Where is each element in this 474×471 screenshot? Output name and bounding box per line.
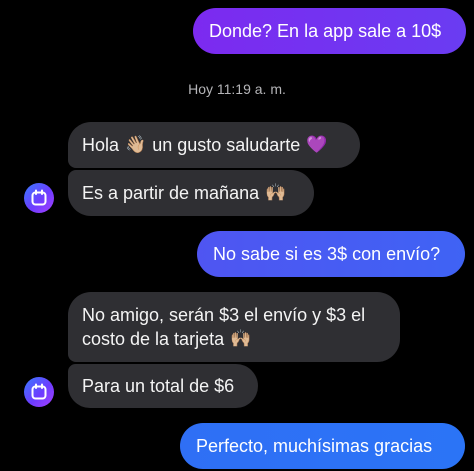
outgoing-message[interactable]: No sabe si es 3$ con envío? bbox=[197, 231, 465, 277]
message-text: Hola bbox=[82, 135, 120, 155]
message-text-line: costo de la tarjeta bbox=[82, 329, 225, 349]
message-text: un gusto saludarte bbox=[152, 135, 301, 155]
incoming-message[interactable]: Es a partir de mañana 🙌🏼 bbox=[68, 170, 314, 216]
store-logo-icon bbox=[31, 383, 47, 400]
message-text: No sabe si es 3$ con envío? bbox=[213, 244, 441, 264]
raising-hands-emoji-icon: 🙌🏼 bbox=[230, 329, 252, 349]
incoming-message[interactable]: No amigo, serán $3 el envío y $3 el cost… bbox=[68, 292, 400, 362]
incoming-message[interactable]: Hola 👋🏼 un gusto saludarte 💜 bbox=[68, 122, 360, 168]
waving-hand-emoji-icon: 👋🏼 bbox=[125, 135, 147, 155]
message-text: Donde? En la app sale a 10$ bbox=[209, 21, 442, 41]
purple-heart-emoji-icon: 💜 bbox=[306, 135, 328, 155]
raising-hands-emoji-icon: 🙌🏼 bbox=[265, 183, 287, 203]
avatar[interactable] bbox=[24, 377, 54, 407]
timestamp: Hoy 11:19 a. m. bbox=[188, 81, 286, 97]
store-logo-icon bbox=[31, 189, 47, 206]
message-text-line: No amigo, serán $3 el envío y $3 el bbox=[82, 305, 366, 325]
message-text: Es a partir de mañana bbox=[82, 183, 260, 203]
outgoing-message[interactable]: Donde? En la app sale a 10$ bbox=[193, 8, 466, 54]
message-text: Perfecto, muchísimas gracias bbox=[196, 436, 433, 456]
message-text: Para un total de $6 bbox=[82, 376, 235, 396]
incoming-message[interactable]: Para un total de $6 bbox=[68, 364, 258, 408]
chat-thread: Donde? En la app sale a 10$ Hoy 11:19 a.… bbox=[0, 0, 474, 471]
avatar[interactable] bbox=[24, 183, 54, 213]
outgoing-message[interactable]: Perfecto, muchísimas gracias bbox=[180, 423, 465, 469]
